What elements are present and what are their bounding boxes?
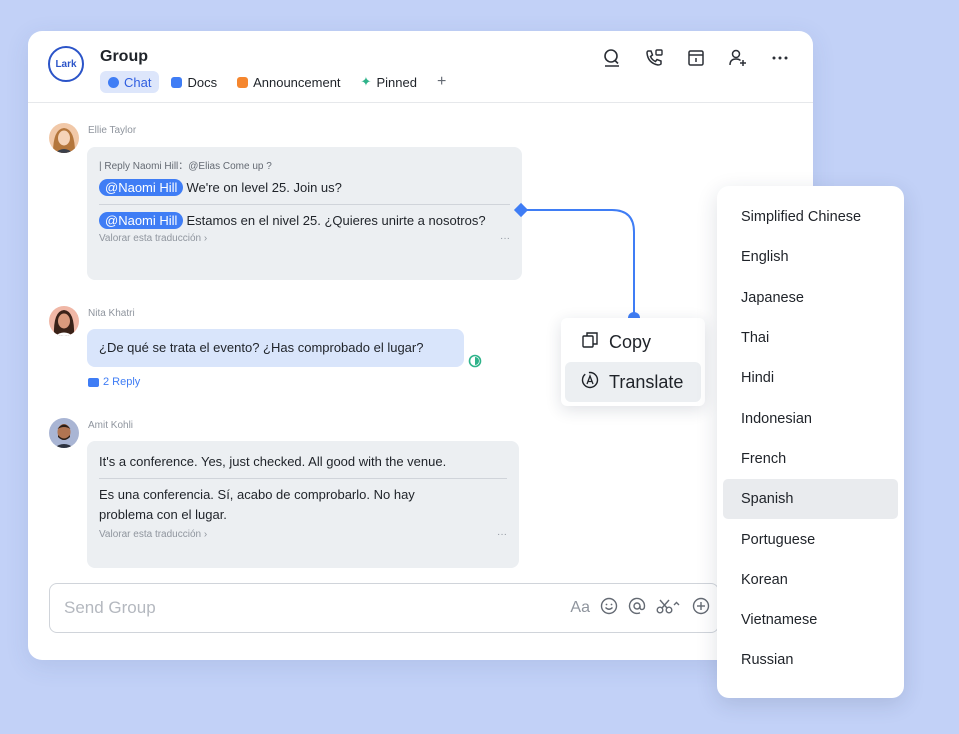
thread-replies-link[interactable]: 2 Reply bbox=[88, 376, 140, 388]
translation-text: Estamos en el nivel 25. ¿Quieres unirte … bbox=[186, 213, 486, 228]
translation-row: @Naomi Hill Estamos en el nivel 25. ¿Quie… bbox=[99, 211, 510, 231]
translation-text: Es una conferencia. Sí, acabo de comprob… bbox=[99, 487, 415, 522]
search-icon[interactable] bbox=[601, 47, 623, 69]
translation-divider bbox=[99, 478, 507, 479]
calendar-icon[interactable] bbox=[685, 47, 707, 69]
chat-icon bbox=[108, 76, 119, 88]
language-list: Simplified Chinese English Japanese Thai… bbox=[717, 186, 904, 698]
rate-label: Valorar esta traducción bbox=[99, 529, 202, 540]
sender-name: Ellie Taylor bbox=[88, 125, 137, 136]
tab-pinned-label: Pinned bbox=[376, 74, 417, 90]
tab-docs-label: Docs bbox=[187, 74, 218, 90]
mention-chip[interactable]: @Naomi Hill bbox=[99, 212, 184, 229]
format-text-button[interactable]: Aa bbox=[570, 599, 590, 617]
emoji-icon[interactable] bbox=[600, 597, 618, 619]
copy-menu-item[interactable]: Copy bbox=[565, 322, 701, 362]
language-option[interactable]: Vietnamese bbox=[723, 600, 898, 640]
sender-name: Amit Kohli bbox=[88, 420, 134, 431]
input-toolbar: Aa bbox=[570, 597, 710, 619]
message-bubble[interactable]: | Reply Naomi Hill：@Elias Come up ? @Nao… bbox=[87, 147, 522, 280]
more-options-icon[interactable]: ··· bbox=[497, 529, 507, 540]
message-bubble[interactable]: It's a conference. Yes, just checked. Al… bbox=[87, 441, 519, 568]
add-tab-button[interactable]: + bbox=[429, 73, 454, 91]
tab-announcement[interactable]: Announcement bbox=[229, 71, 348, 93]
language-option[interactable]: Indonesian bbox=[723, 398, 898, 438]
translation-divider bbox=[99, 204, 510, 205]
input-placeholder: Send Group bbox=[64, 598, 156, 617]
rate-translation-row: Valorar esta traducción › ··· bbox=[99, 233, 510, 244]
tab-bar: Chat Docs Announcement ✦ Pinned + bbox=[100, 71, 454, 93]
message-text: ¿De qué se trata el evento? ¿Has comprob… bbox=[99, 340, 424, 355]
tab-pinned[interactable]: ✦ Pinned bbox=[353, 71, 425, 93]
language-option[interactable]: Hindi bbox=[723, 358, 898, 398]
chevron-right-icon: › bbox=[203, 529, 208, 540]
language-option-selected[interactable]: Spanish bbox=[723, 479, 898, 520]
add-attachment-icon[interactable] bbox=[692, 597, 710, 619]
sender-name: Nita Khatri bbox=[88, 308, 135, 319]
language-option[interactable]: Thai bbox=[723, 318, 898, 358]
language-option[interactable]: Russian bbox=[723, 640, 898, 680]
translate-label: Translate bbox=[609, 371, 684, 392]
docs-icon bbox=[171, 76, 183, 88]
avatar-amit[interactable] bbox=[49, 418, 79, 448]
language-option[interactable]: Japanese bbox=[723, 278, 898, 318]
more-icon[interactable] bbox=[769, 47, 791, 69]
lark-logo: Lark bbox=[48, 46, 84, 82]
more-options-icon[interactable]: ··· bbox=[500, 233, 510, 244]
chat-header: Lark Group Chat Docs Announcement ✦ Pinn… bbox=[28, 31, 813, 103]
mention-chip[interactable]: @Naomi Hill bbox=[99, 179, 184, 196]
message-text-row: @Naomi Hill We're on level 25. Join us? bbox=[99, 178, 510, 198]
message-bubble[interactable]: ¿De qué se trata el evento? ¿Has comprob… bbox=[87, 329, 464, 367]
chevron-right-icon: › bbox=[203, 233, 208, 244]
megaphone-icon bbox=[237, 76, 249, 88]
rate-translation-link[interactable]: Valorar esta traducción › bbox=[99, 529, 207, 540]
copy-label: Copy bbox=[609, 331, 652, 352]
read-status-icon bbox=[468, 354, 482, 373]
group-title: Group bbox=[100, 48, 148, 65]
call-icon[interactable] bbox=[643, 47, 665, 69]
message-text: It's a conference. Yes, just checked. Al… bbox=[99, 454, 447, 469]
language-option[interactable]: Portuguese bbox=[723, 519, 898, 559]
message-input[interactable]: Send Group Aa bbox=[49, 583, 719, 633]
language-option[interactable]: Simplified Chinese bbox=[723, 197, 898, 237]
reply-quote: | Reply Naomi Hill：@Elias Come up ? bbox=[99, 161, 272, 172]
language-option[interactable]: English bbox=[723, 237, 898, 277]
rate-translation-row: Valorar esta traducción › ··· bbox=[99, 529, 507, 540]
header-actions bbox=[601, 47, 791, 69]
avatar-nita[interactable] bbox=[49, 306, 79, 336]
rate-label: Valorar esta traducción bbox=[99, 233, 202, 244]
language-option[interactable]: French bbox=[723, 439, 898, 479]
pin-icon: ✦ bbox=[360, 74, 372, 89]
tab-docs[interactable]: Docs bbox=[163, 71, 225, 93]
message-text: We're on level 25. Join us? bbox=[186, 180, 342, 195]
scissors-icon[interactable] bbox=[656, 597, 682, 619]
tab-chat-label: Chat bbox=[124, 74, 152, 90]
translate-menu-item[interactable]: Translate bbox=[565, 362, 701, 402]
replies-count: 2 Reply bbox=[103, 376, 141, 388]
tab-announcement-label: Announcement bbox=[253, 74, 341, 90]
add-member-icon[interactable] bbox=[727, 47, 749, 69]
reply-bubble-icon bbox=[88, 377, 99, 387]
tab-chat[interactable]: Chat bbox=[100, 71, 160, 93]
copy-icon bbox=[581, 331, 599, 354]
rate-translation-link[interactable]: Valorar esta traducción › bbox=[99, 233, 207, 244]
language-option[interactable]: Korean bbox=[723, 560, 898, 600]
mention-icon[interactable] bbox=[628, 597, 646, 619]
translate-icon bbox=[581, 371, 599, 394]
avatar-ellie[interactable] bbox=[49, 123, 79, 153]
context-menu: Copy Translate bbox=[561, 318, 705, 406]
